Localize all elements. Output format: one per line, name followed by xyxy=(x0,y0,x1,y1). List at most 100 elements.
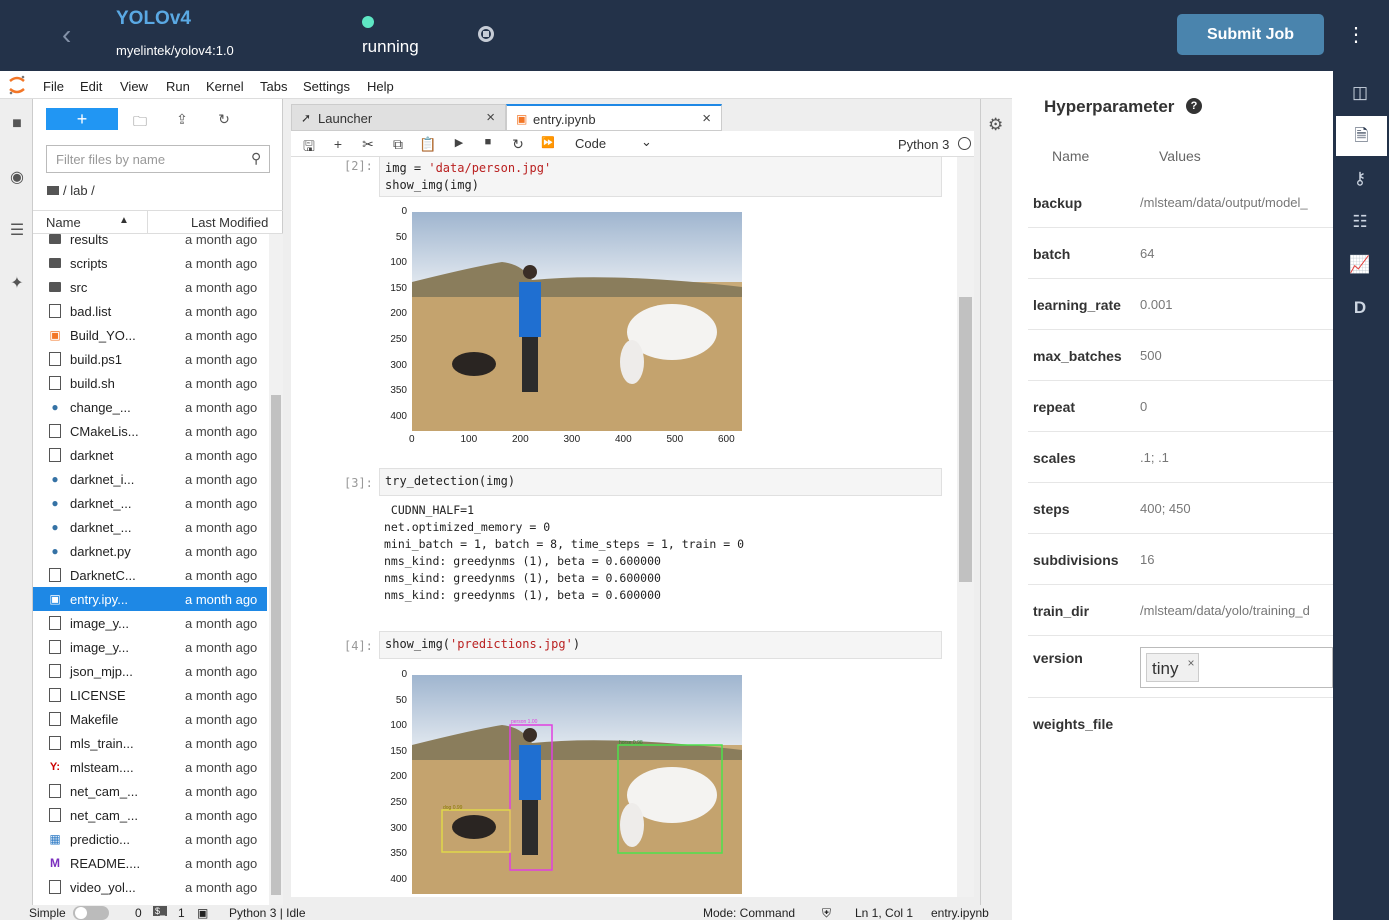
submit-job-button[interactable]: Submit Job xyxy=(1177,14,1324,55)
refresh-icon[interactable]: ↻ xyxy=(215,111,233,129)
file-row[interactable]: ● darknet_... a month ago xyxy=(33,515,267,539)
file-row[interactable]: image_y... a month ago xyxy=(33,635,267,659)
file-row[interactable]: CMakeLis... a month ago xyxy=(33,419,267,443)
file-row[interactable]: mls_train... a month ago xyxy=(33,731,267,755)
kernel-status[interactable]: Python 3 | Idle xyxy=(229,906,306,920)
running-sessions-icon[interactable]: ◉ xyxy=(7,167,27,187)
code-cell-input[interactable]: img = 'data/person.jpg' show_img(img) xyxy=(379,157,942,197)
cell-type-select[interactable]: Code xyxy=(575,136,606,151)
left-sidebar-strip: ■ ◉ ☰ ✦ xyxy=(0,99,33,905)
file-row[interactable]: ▦ predictio... a month ago xyxy=(33,827,267,851)
menu-edit[interactable]: Edit xyxy=(80,79,102,94)
restart-icon[interactable]: ↻ xyxy=(509,136,527,153)
interrupt-icon[interactable]: ■ xyxy=(479,136,497,148)
chart-line-icon[interactable]: 📈 xyxy=(1333,245,1387,285)
shield-icon[interactable]: ⛨ xyxy=(822,906,831,921)
file-row[interactable]: ▣ Build_YO... a month ago xyxy=(33,323,267,347)
help-question-icon[interactable]: ? xyxy=(1186,98,1202,114)
simple-mode-toggle[interactable] xyxy=(73,906,109,920)
file-row[interactable]: json_mjp... a month ago xyxy=(33,659,267,683)
file-row[interactable]: ● darknet.py a month ago xyxy=(33,539,267,563)
document-icon[interactable]: 🗎 xyxy=(1333,116,1387,156)
file-row[interactable]: ● darknet_... a month ago xyxy=(33,491,267,515)
paste-icon[interactable]: 📋 xyxy=(419,136,437,153)
file-row[interactable]: darknet a month ago xyxy=(33,443,267,467)
cursor-position[interactable]: Ln 1, Col 1 xyxy=(855,906,913,920)
d-file-icon[interactable]: D xyxy=(1333,288,1387,328)
stop-icon[interactable] xyxy=(478,26,494,42)
tab-entry-ipynb[interactable]: ▣ entry.ipynb × xyxy=(506,104,722,131)
copy-icon[interactable]: ⧉ xyxy=(389,136,407,153)
menu-kernel[interactable]: Kernel xyxy=(206,79,244,94)
notebook-scroll-thumb[interactable] xyxy=(959,297,972,582)
param-value[interactable]: 64 xyxy=(1140,246,1154,261)
toolbox-icon[interactable]: ◫ xyxy=(1333,73,1387,113)
file-row[interactable]: bad.list a month ago xyxy=(33,299,267,323)
insert-cell-icon[interactable]: + xyxy=(329,136,347,152)
file-row[interactable]: build.sh a month ago xyxy=(33,371,267,395)
back-arrow-icon[interactable]: ‹ xyxy=(62,20,92,50)
file-modified: a month ago xyxy=(185,520,258,535)
file-row[interactable]: ● darknet_i... a month ago xyxy=(33,467,267,491)
file-row[interactable]: net_cam_... a month ago xyxy=(33,779,267,803)
cut-icon[interactable]: ✂ xyxy=(359,136,377,153)
file-row[interactable]: ● change_... a month ago xyxy=(33,395,267,419)
file-row[interactable]: results a month ago xyxy=(33,227,267,251)
menu-tabs[interactable]: Tabs xyxy=(260,79,287,94)
menu-help[interactable]: Help xyxy=(367,79,394,94)
file-row[interactable]: LICENSE a month ago xyxy=(33,683,267,707)
file-row[interactable]: DarknetC... a month ago xyxy=(33,563,267,587)
file-row[interactable]: net_cam_... a month ago xyxy=(33,803,267,827)
param-value[interactable]: 0 xyxy=(1140,399,1147,414)
filter-files-input[interactable]: Filter files by name xyxy=(46,145,270,173)
file-row[interactable]: ▣ entry.ipy... a month ago xyxy=(33,587,267,611)
code-cell-input[interactable]: show_img('predictions.jpg') xyxy=(379,631,942,659)
file-row[interactable]: scripts a month ago xyxy=(33,251,267,275)
file-row[interactable]: video_yol... a month ago xyxy=(33,875,267,898)
file-icon xyxy=(49,304,61,318)
menu-settings[interactable]: Settings xyxy=(303,79,350,94)
param-value[interactable]: /mlsteam/data/output/model_ xyxy=(1140,195,1308,210)
folder-icon[interactable]: ■ xyxy=(7,115,27,135)
y-tick-label: 50 xyxy=(395,694,407,706)
run-icon[interactable]: ▶ xyxy=(450,136,468,149)
tab-launcher[interactable]: ➚ Launcher × xyxy=(291,104,506,131)
close-icon[interactable]: × xyxy=(702,110,711,127)
param-value[interactable]: 400; 450 xyxy=(1140,501,1191,516)
breadcrumb[interactable]: / lab / xyxy=(47,183,95,198)
tab-bar: ➚ Launcher × ▣ entry.ipynb × xyxy=(291,104,974,131)
upload-icon[interactable]: ⇪ xyxy=(173,111,191,129)
param-value[interactable]: 16 xyxy=(1140,552,1154,567)
fast-forward-icon[interactable]: ⏩ xyxy=(539,136,557,149)
menu-file[interactable]: File xyxy=(43,79,64,94)
sort-up-icon[interactable]: ▲ xyxy=(119,215,129,226)
extensions-puzzle-icon[interactable]: ✦ xyxy=(7,273,27,293)
new-launcher-button[interactable]: + xyxy=(46,108,118,130)
close-icon[interactable]: × xyxy=(486,109,495,126)
file-row[interactable]: Y: mlsteam.... a month ago xyxy=(33,755,267,779)
param-value[interactable]: 0.001 xyxy=(1140,297,1173,312)
remove-tag-icon[interactable]: × xyxy=(1187,656,1194,670)
file-row[interactable]: M README.... a month ago xyxy=(33,851,267,875)
file-row[interactable]: image_y... a month ago xyxy=(33,611,267,635)
property-inspector-gear-icon[interactable]: ⚙ xyxy=(988,115,1003,135)
key-icon[interactable]: ⚷ xyxy=(1333,159,1387,199)
table-of-contents-icon[interactable]: ☰ xyxy=(7,220,27,240)
version-tag-input[interactable]: tiny × xyxy=(1140,647,1333,688)
file-row[interactable]: src a month ago xyxy=(33,275,267,299)
code-cell-input[interactable]: try_detection(img) xyxy=(379,468,942,496)
param-value[interactable]: /mlsteam/data/yolo/training_d xyxy=(1140,603,1310,618)
breadcrumb-path[interactable]: / lab / xyxy=(63,183,95,198)
menu-run[interactable]: Run xyxy=(166,79,190,94)
more-vertical-icon[interactable]: ⋮ xyxy=(1346,20,1366,50)
param-value[interactable]: .1; .1 xyxy=(1140,450,1169,465)
new-folder-icon[interactable]: 🗀 xyxy=(131,111,149,129)
kernel-name[interactable]: Python 3 xyxy=(898,137,949,152)
menu-view[interactable]: View xyxy=(120,79,148,94)
param-value[interactable]: 500 xyxy=(1140,348,1162,363)
file-row[interactable]: build.ps1 a month ago xyxy=(33,347,267,371)
chevron-down-icon[interactable]: ⌄ xyxy=(641,134,652,150)
file-list-scroll-thumb[interactable] xyxy=(271,395,281,895)
network-icon[interactable]: ☷ xyxy=(1333,202,1387,242)
file-row[interactable]: Makefile a month ago xyxy=(33,707,267,731)
